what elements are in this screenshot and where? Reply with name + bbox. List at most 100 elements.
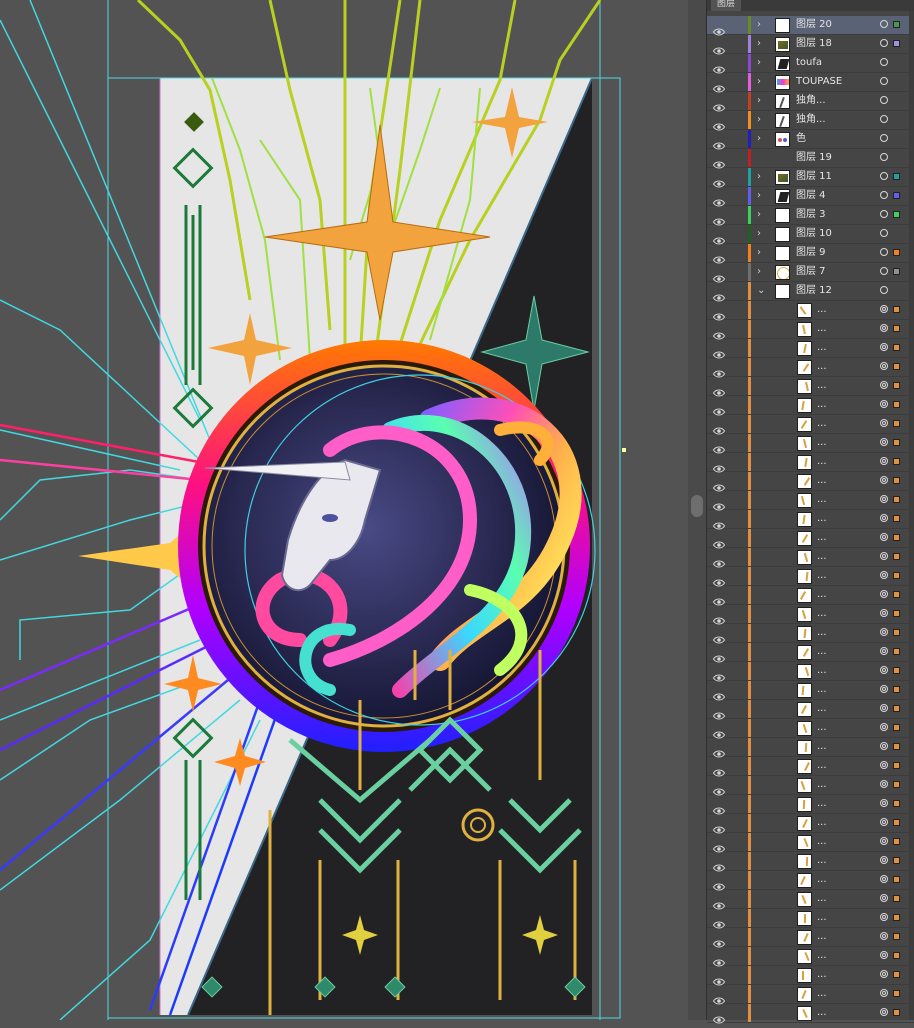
sublayer-name[interactable]: ... — [817, 836, 827, 848]
visibility-eye-icon[interactable] — [712, 705, 726, 720]
selection-indicator[interactable] — [893, 914, 900, 921]
chevron-right-icon[interactable]: › — [757, 170, 767, 184]
layer-row[interactable]: › 图层 4 — [707, 187, 914, 207]
visibility-eye-icon[interactable] — [712, 59, 726, 74]
selection-indicator[interactable] — [893, 173, 900, 180]
selection-indicator[interactable] — [893, 838, 900, 845]
layer-name[interactable]: 图层 10 — [796, 228, 832, 240]
target-circle-icon[interactable] — [880, 951, 888, 959]
visibility-eye-icon[interactable] — [712, 477, 726, 492]
target-circle-icon[interactable] — [880, 476, 888, 484]
chevron-right-icon[interactable]: › — [757, 56, 767, 70]
sublayer-name[interactable]: ... — [817, 456, 827, 468]
sublayer-name[interactable]: ... — [817, 931, 827, 943]
sublayer-name[interactable]: ... — [817, 646, 827, 658]
sublayer-name[interactable]: ... — [817, 570, 827, 582]
sublayer-row[interactable]: ... — [707, 662, 914, 682]
target-circle-icon[interactable] — [880, 438, 888, 446]
selection-indicator[interactable] — [893, 648, 900, 655]
sublayer-name[interactable]: ... — [817, 950, 827, 962]
sublayer-row[interactable]: ... — [707, 985, 914, 1005]
sublayer-row[interactable]: ... — [707, 358, 914, 378]
target-circle-icon[interactable] — [880, 799, 888, 807]
sublayer-row[interactable]: ... — [707, 1004, 914, 1024]
selection-indicator[interactable] — [893, 895, 900, 902]
sublayer-row[interactable]: ... — [707, 643, 914, 663]
sublayer-name[interactable]: ... — [817, 304, 827, 316]
visibility-eye-icon[interactable] — [712, 325, 726, 340]
selection-indicator[interactable] — [893, 705, 900, 712]
selection-indicator[interactable] — [893, 382, 900, 389]
selection-indicator[interactable] — [893, 724, 900, 731]
target-circle-icon[interactable] — [880, 704, 888, 712]
selection-indicator[interactable] — [893, 990, 900, 997]
sublayer-name[interactable]: ... — [817, 817, 827, 829]
visibility-eye-icon[interactable] — [712, 420, 726, 435]
layer-name[interactable]: 图层 7 — [796, 266, 826, 278]
target-circle-icon[interactable] — [880, 552, 888, 560]
sublayer-row[interactable]: ... — [707, 586, 914, 606]
visibility-eye-icon[interactable] — [712, 211, 726, 226]
selection-indicator[interactable] — [893, 420, 900, 427]
selection-indicator[interactable] — [893, 553, 900, 560]
sublayer-row[interactable]: ... — [707, 529, 914, 549]
selection-indicator[interactable] — [893, 857, 900, 864]
sublayer-row[interactable]: ... — [707, 415, 914, 435]
visibility-eye-icon[interactable] — [712, 173, 726, 188]
sublayer-name[interactable]: ... — [817, 969, 827, 981]
sublayer-row[interactable]: ... — [707, 453, 914, 473]
sublayer-name[interactable]: ... — [817, 608, 827, 620]
sublayer-name[interactable]: ... — [817, 722, 827, 734]
sublayer-row[interactable]: ... — [707, 928, 914, 948]
visibility-eye-icon[interactable] — [712, 135, 726, 150]
visibility-eye-icon[interactable] — [712, 496, 726, 511]
sublayer-name[interactable]: ... — [817, 513, 827, 525]
sublayer-name[interactable]: ... — [817, 361, 827, 373]
sublayer-row[interactable]: ... — [707, 548, 914, 568]
selection-indicator[interactable] — [893, 192, 900, 199]
sublayer-name[interactable]: ... — [817, 779, 827, 791]
sublayer-name[interactable]: ... — [817, 912, 827, 924]
visibility-eye-icon[interactable] — [712, 306, 726, 321]
sublayer-name[interactable]: ... — [817, 494, 827, 506]
target-circle-icon[interactable] — [880, 533, 888, 541]
target-circle-icon[interactable] — [880, 400, 888, 408]
target-circle-icon[interactable] — [880, 305, 888, 313]
sublayer-name[interactable]: ... — [817, 874, 827, 886]
target-circle-icon[interactable] — [880, 134, 888, 142]
visibility-eye-icon[interactable] — [712, 458, 726, 473]
selection-indicator[interactable] — [893, 591, 900, 598]
sublayer-row[interactable]: ... — [707, 301, 914, 321]
selection-indicator[interactable] — [893, 439, 900, 446]
visibility-eye-icon[interactable] — [712, 439, 726, 454]
sublayer-name[interactable]: ... — [817, 551, 827, 563]
target-circle-icon[interactable] — [880, 324, 888, 332]
visibility-eye-icon[interactable] — [712, 724, 726, 739]
chevron-right-icon[interactable]: › — [757, 227, 767, 241]
chevron-right-icon[interactable]: › — [757, 113, 767, 127]
layer-name[interactable]: 独角... — [796, 95, 826, 107]
selection-indicator[interactable] — [893, 515, 900, 522]
sublayer-row[interactable]: ... — [707, 833, 914, 853]
target-circle-icon[interactable] — [880, 761, 888, 769]
visibility-eye-icon[interactable] — [712, 268, 726, 283]
sublayer-name[interactable]: ... — [817, 627, 827, 639]
target-circle-icon[interactable] — [880, 666, 888, 674]
sublayer-name[interactable]: ... — [817, 323, 827, 335]
visibility-eye-icon[interactable] — [712, 667, 726, 682]
target-circle-icon[interactable] — [880, 571, 888, 579]
sublayer-row[interactable]: ... — [707, 890, 914, 910]
target-circle-icon[interactable] — [880, 286, 888, 294]
target-circle-icon[interactable] — [880, 58, 888, 66]
layer-name[interactable]: 图层 11 — [796, 171, 832, 183]
selection-indicator[interactable] — [893, 401, 900, 408]
visibility-eye-icon[interactable] — [712, 249, 726, 264]
target-circle-icon[interactable] — [880, 229, 888, 237]
target-circle-icon[interactable] — [880, 742, 888, 750]
sublayer-name[interactable]: ... — [817, 418, 827, 430]
target-circle-icon[interactable] — [880, 267, 888, 275]
selection-indicator[interactable] — [893, 306, 900, 313]
target-circle-icon[interactable] — [880, 248, 888, 256]
selection-indicator[interactable] — [893, 363, 900, 370]
sublayer-row[interactable]: ... — [707, 320, 914, 340]
